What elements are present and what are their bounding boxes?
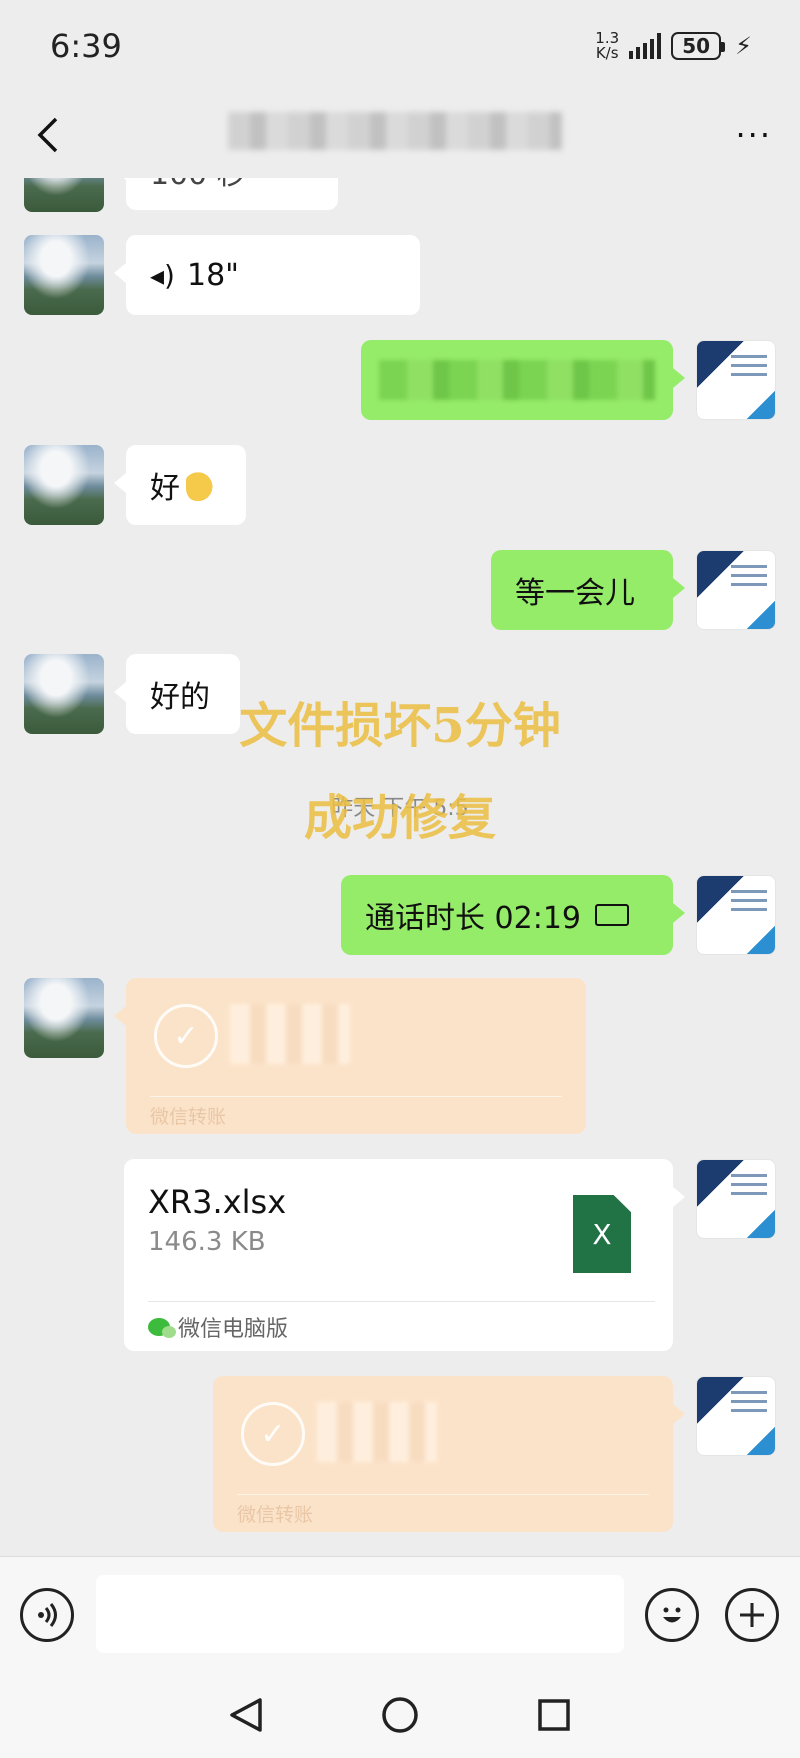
- contact-avatar[interactable]: [24, 178, 104, 212]
- video-call-icon: [595, 904, 629, 926]
- transfer-label: 微信转账: [150, 1106, 227, 1128]
- battery-level: 50: [682, 34, 711, 58]
- blurred-text: [379, 360, 655, 400]
- contact-name-blurred: [228, 112, 562, 150]
- message-bubble[interactable]: 好: [114, 445, 246, 525]
- back-arrow-icon[interactable]: [28, 115, 68, 155]
- voice-input-icon[interactable]: [20, 1588, 74, 1642]
- sent-message-bubble-blurred[interactable]: [361, 340, 685, 420]
- plus-icon[interactable]: [725, 1588, 779, 1642]
- call-record-bubble[interactable]: 通话时长 02:19: [341, 875, 685, 955]
- blurred-transfer-amount: [230, 1004, 350, 1064]
- message-bubble[interactable]: 100 秒: [114, 178, 338, 210]
- more-dots-icon[interactable]: ···: [735, 116, 772, 154]
- nav-recents-icon[interactable]: [532, 1693, 576, 1737]
- nav-back-icon[interactable]: [224, 1693, 268, 1737]
- status-bar: 6:39 1.3 K/s 50 ⚡: [0, 0, 800, 92]
- voice-message-bubble[interactable]: ◂) 18": [114, 235, 420, 315]
- voice-duration: 18": [186, 257, 239, 293]
- check-circle-icon: ✓: [154, 1004, 218, 1068]
- emoji-icon[interactable]: [645, 1588, 699, 1642]
- contact-avatar[interactable]: [24, 235, 104, 315]
- wechat-transfer-card-sent[interactable]: ✓ 微信转账: [213, 1376, 685, 1532]
- file-source: 微信电脑版: [148, 1311, 288, 1343]
- file-message-card[interactable]: XR3.xlsx 146.3 KB X 微信电脑版: [124, 1159, 685, 1351]
- signal-icon: [629, 33, 662, 59]
- contact-avatar[interactable]: [24, 445, 104, 525]
- my-avatar[interactable]: [696, 550, 776, 630]
- overlay-caption-line1: 文件损坏5分钟: [239, 698, 561, 754]
- blurred-transfer-amount: [317, 1402, 437, 1462]
- file-name: XR3.xlsx: [148, 1183, 287, 1221]
- charging-icon: ⚡: [735, 32, 752, 60]
- chat-header: ···: [0, 92, 800, 178]
- wechat-logo-icon: [148, 1318, 176, 1338]
- my-avatar[interactable]: [696, 340, 776, 420]
- transfer-label: 微信转账: [237, 1504, 314, 1526]
- battery-icon: 50: [671, 32, 726, 60]
- check-circle-icon: ✓: [241, 1402, 305, 1466]
- my-avatar[interactable]: [696, 1376, 776, 1456]
- overlay-caption-line2: 成功修复: [303, 790, 496, 846]
- message-input-bar: [0, 1556, 800, 1672]
- sent-message-bubble[interactable]: 等一会儿: [491, 550, 685, 630]
- contact-avatar[interactable]: [24, 978, 104, 1058]
- network-speed: 1.3 K/s: [595, 29, 620, 62]
- file-size: 146.3 KB: [148, 1227, 266, 1257]
- system-nav-bar: [0, 1672, 800, 1758]
- wechat-transfer-card[interactable]: ✓ 微信转账: [114, 978, 586, 1134]
- chat-messages[interactable]: 100 秒 ◂) 18" 好 等一会儿 好的 昨天 下午 5:5 文件损坏5分钟…: [0, 178, 800, 1556]
- status-time: 6:39: [50, 27, 122, 65]
- nav-home-icon[interactable]: [378, 1693, 422, 1737]
- my-avatar[interactable]: [696, 1159, 776, 1239]
- message-input[interactable]: [96, 1575, 624, 1653]
- excel-file-icon: X: [573, 1195, 631, 1273]
- voice-wave-icon: ◂): [150, 258, 175, 292]
- status-indicators: 1.3 K/s 50 ⚡: [595, 31, 752, 61]
- my-avatar[interactable]: [696, 875, 776, 955]
- ok-hand-emoji-icon: [186, 468, 216, 502]
